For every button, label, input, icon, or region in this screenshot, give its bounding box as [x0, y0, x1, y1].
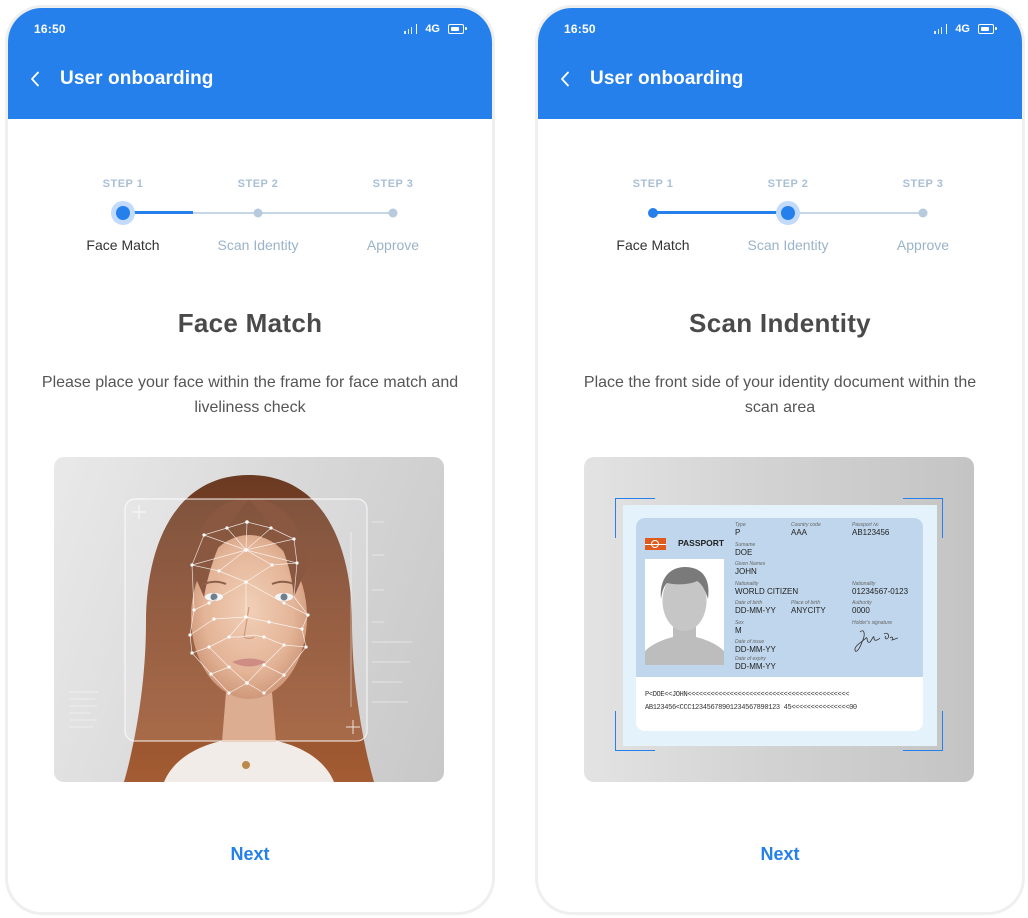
screen-heading: Face Match	[177, 308, 323, 338]
step-2-name: Scan Identity	[747, 237, 829, 253]
step-2-label: STEP 2	[237, 178, 279, 190]
chevron-left-icon	[31, 71, 39, 87]
status-time: 16:50	[34, 22, 66, 36]
back-button[interactable]	[560, 70, 574, 88]
step-1-name: Face Match	[616, 237, 690, 253]
face-scan-graphic	[69, 475, 412, 782]
passport-scan-illustration: PASSPORT Type P Country code AAA Passport …	[584, 457, 974, 782]
step-2-indicator[interactable]	[253, 208, 263, 217]
app-bar: 16:50 4G User onboarding	[538, 8, 1022, 119]
phone-screen-face-match: 16:50 4G User onboarding STEP 1 STEP 2 S…	[8, 8, 492, 912]
step-2-indicator[interactable]	[776, 200, 800, 225]
step-3-label: STEP 3	[372, 178, 414, 190]
status-bar: 16:50 4G	[34, 20, 467, 38]
status-time: 16:50	[564, 22, 596, 36]
page-title: User onboarding	[590, 68, 744, 89]
app-bar: 16:50 4G User onboarding	[8, 8, 492, 119]
stepper-progress	[653, 211, 788, 214]
stepper: STEP 1 STEP 2 STEP 3 Face Match Scan Ide…	[598, 178, 978, 268]
person-silhouette-icon	[645, 567, 724, 665]
screen-description: Please place your face within the frame …	[41, 374, 459, 416]
signal-icon	[404, 24, 418, 34]
battery-icon	[448, 24, 467, 34]
passport-photo	[645, 559, 724, 665]
screen-heading: Scan Indentity	[689, 308, 871, 338]
page-title: User onboarding	[60, 68, 214, 89]
step-1-indicator[interactable]	[111, 200, 135, 225]
status-bar: 16:50 4G	[564, 20, 997, 38]
document-scan-area: PASSPORT Type P Country code AAA Passport …	[623, 505, 937, 746]
back-button[interactable]	[30, 70, 44, 88]
next-button[interactable]: Next	[230, 844, 269, 865]
flag-icon	[645, 538, 666, 550]
face-frame	[124, 498, 368, 742]
screen-description: Place the front side of your identity do…	[583, 374, 977, 416]
passport-mrz: P<DOE<<JOHN<<<<<<<<<<<<<<<<<<<<<<<<<<<<<…	[645, 691, 857, 712]
passport-card: PASSPORT Type P Country code AAA Passport …	[636, 518, 923, 731]
network-type: 4G	[955, 23, 970, 35]
signature	[854, 630, 899, 652]
step-3-indicator[interactable]	[388, 208, 398, 217]
phone-screen-scan-identity: 16:50 4G User onboarding STEP 1 STEP 2 S…	[538, 8, 1022, 912]
network-type: 4G	[425, 23, 440, 35]
step-1-indicator[interactable]	[648, 207, 658, 218]
chevron-left-icon	[561, 71, 569, 87]
step-3-name: Approve	[366, 237, 420, 253]
step-1-name: Face Match	[86, 237, 160, 253]
stepper: STEP 1 STEP 2 STEP 3 Face Match Scan Ide…	[68, 178, 448, 268]
step-3-name: Approve	[896, 237, 950, 253]
step-1-label: STEP 1	[102, 178, 144, 190]
battery-icon	[978, 24, 997, 34]
signal-icon	[934, 24, 948, 34]
face-scan-illustration	[54, 457, 444, 782]
step-2-label: STEP 2	[767, 178, 809, 190]
step-1-label: STEP 1	[632, 178, 674, 190]
next-button[interactable]: Next	[760, 844, 799, 865]
step-3-indicator[interactable]	[918, 208, 928, 217]
step-3-label: STEP 3	[902, 178, 944, 190]
step-2-name: Scan Identity	[217, 237, 299, 253]
passport-title: PASSPORT	[678, 538, 725, 548]
